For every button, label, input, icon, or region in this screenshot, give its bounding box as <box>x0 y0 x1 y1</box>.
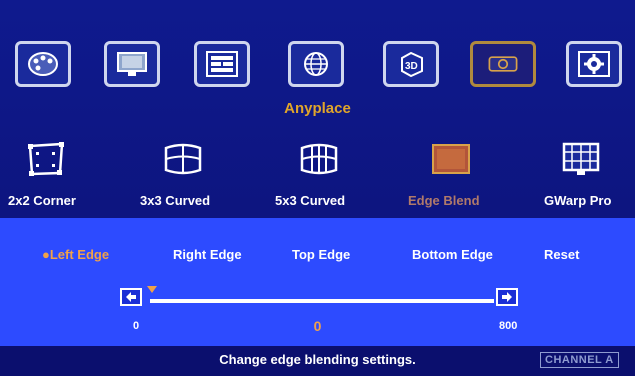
tab-top-edge[interactable]: Top Edge <box>292 247 350 262</box>
slider-marker <box>147 286 157 293</box>
gear-icon[interactable] <box>566 41 622 87</box>
mode-label-3x3-curved[interactable]: 3x3 Curved <box>140 193 210 208</box>
tab-bottom-edge[interactable]: Bottom Edge <box>412 247 493 262</box>
selection-dot-icon: ● <box>42 247 50 262</box>
mode-label-edge-blend[interactable]: Edge Blend <box>408 193 480 208</box>
edge-blend-icon[interactable] <box>426 138 476 180</box>
monitor-icon[interactable] <box>104 41 160 87</box>
osd-screen: 3D Anyplace 2x2 Corner 3x3 Curved 5x3 Cu… <box>0 0 635 376</box>
3d-icon[interactable]: 3D <box>383 41 439 87</box>
slider-max: 800 <box>499 320 518 332</box>
slider-track[interactable] <box>150 299 494 303</box>
layout-icon[interactable] <box>194 41 250 87</box>
tab-right-edge[interactable]: Right Edge <box>173 247 242 262</box>
arrow-right-icon[interactable] <box>496 288 518 306</box>
mode-label-2x2-corner[interactable]: 2x2 Corner <box>8 193 76 208</box>
channel-badge: CHANNEL A <box>540 352 619 368</box>
gwarp-icon[interactable] <box>556 138 606 180</box>
section-title: Anyplace <box>284 100 351 117</box>
tab-reset[interactable]: Reset <box>544 247 579 262</box>
corner-icon[interactable] <box>21 138 71 180</box>
globe-icon[interactable] <box>288 41 344 87</box>
mode-label-gwarp-pro[interactable]: GWarp Pro <box>544 193 611 208</box>
projector-icon[interactable] <box>470 41 536 87</box>
palette-icon[interactable] <box>15 41 71 87</box>
tab-left-edge[interactable]: ●Left Edge <box>42 247 109 262</box>
mode-label-5x3-curved[interactable]: 5x3 Curved <box>275 193 345 208</box>
curved-3x3-icon[interactable] <box>158 138 208 180</box>
curved-5x3-icon[interactable] <box>294 138 344 180</box>
tab-left-edge-label: Left Edge <box>49 247 110 262</box>
slider-value: 0 <box>313 318 322 334</box>
arrow-left-icon[interactable] <box>120 288 142 306</box>
svg-text:3D: 3D <box>405 61 418 72</box>
